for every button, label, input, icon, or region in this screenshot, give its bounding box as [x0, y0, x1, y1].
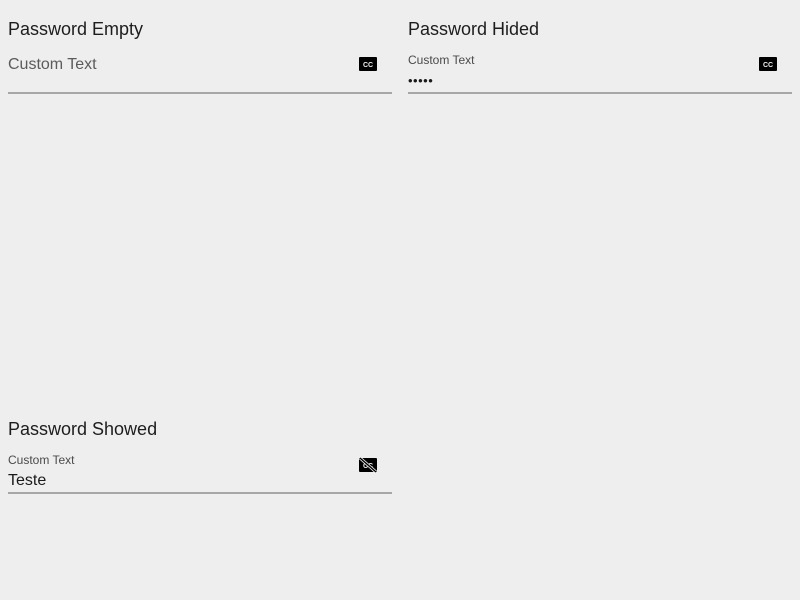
field-label: Custom Text — [8, 56, 97, 73]
closed-caption-icon[interactable]: CC — [759, 57, 777, 71]
svg-text:CC: CC — [763, 62, 773, 69]
field-value-masked: ••••• — [408, 73, 434, 88]
field-label: Custom Text — [8, 453, 75, 467]
password-field-hidden[interactable]: Custom Text ••••• CC — [408, 46, 792, 94]
field-label: Custom Text — [408, 53, 475, 67]
password-field-empty[interactable]: Custom Text CC — [8, 46, 392, 94]
closed-caption-icon[interactable]: CC — [359, 57, 377, 71]
section-title: Password Empty — [8, 19, 144, 39]
section-title: Password Showed — [8, 419, 158, 439]
field-value: Teste — [8, 472, 47, 489]
field-underline — [8, 492, 392, 494]
svg-text:CC: CC — [363, 62, 373, 69]
closed-caption-disabled-icon[interactable]: CC — [359, 457, 377, 473]
field-underline — [408, 92, 792, 94]
section-title: Password Hided — [408, 19, 540, 39]
password-field-visible[interactable]: Custom Text Teste CC — [8, 446, 392, 494]
field-underline — [8, 92, 392, 94]
